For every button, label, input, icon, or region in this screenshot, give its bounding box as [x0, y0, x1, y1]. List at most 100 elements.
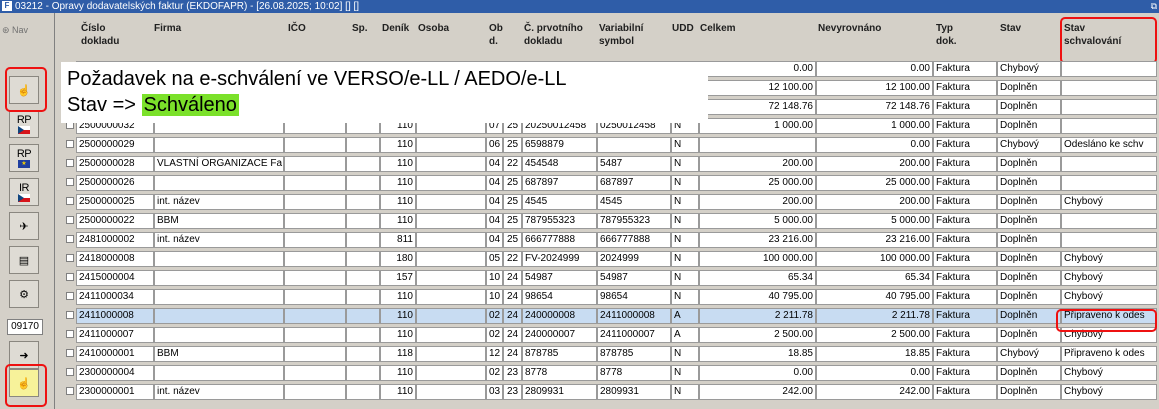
col-variabilni-symbol[interactable]: Variabilní symbol: [599, 22, 643, 48]
cell-ico[interactable]: [284, 194, 346, 210]
cell-firma[interactable]: VLASTNÍ ORGANIZACE Fa: [154, 156, 284, 172]
col-ico[interactable]: IČO: [288, 22, 306, 35]
cell-denik[interactable]: 110: [380, 327, 416, 343]
cell-typ-dok[interactable]: Faktura: [933, 289, 997, 305]
cell-obdobi-mesic[interactable]: 04: [486, 232, 503, 248]
cell-stav[interactable]: Doplněn: [997, 365, 1061, 381]
cell-variabilni-symbol[interactable]: 666777888: [597, 232, 671, 248]
approval-action-button[interactable]: ☝: [9, 369, 39, 397]
cell-obdobi-rok[interactable]: 24: [503, 327, 522, 343]
cell-nevyrovnano[interactable]: 100 000.00: [816, 251, 933, 267]
row-checkbox[interactable]: [66, 387, 74, 395]
row-checkbox[interactable]: [66, 311, 74, 319]
cell-sp[interactable]: [346, 289, 380, 305]
row-checkbox[interactable]: [66, 140, 74, 148]
cell-sp[interactable]: [346, 308, 380, 324]
settings-button[interactable]: ⚙: [9, 280, 39, 308]
cell-ico[interactable]: [284, 137, 346, 153]
cell-celkem[interactable]: 18.85: [699, 346, 816, 362]
cell-obdobi-mesic[interactable]: 05: [486, 251, 503, 267]
cell-denik[interactable]: 110: [380, 194, 416, 210]
cell-stav-schvalovani[interactable]: [1061, 61, 1157, 77]
cell-prvotni-doklad[interactable]: 6598879: [522, 137, 597, 153]
row-checkbox[interactable]: [66, 254, 74, 262]
cell-typ-dok[interactable]: Faktura: [933, 365, 997, 381]
cell-udd[interactable]: N: [671, 156, 699, 172]
cell-ico[interactable]: [284, 346, 346, 362]
table-row[interactable]: 2415000004 157 10 24 54987 54987 N 65.34 65.34 Fa…: [56, 270, 1159, 287]
cell-stav[interactable]: Chybový: [997, 137, 1061, 153]
cell-udd[interactable]: N: [671, 232, 699, 248]
cell-obdobi-rok[interactable]: 24: [503, 308, 522, 324]
col-osoba[interactable]: Osoba: [418, 22, 449, 35]
cell-stav-schvalovani[interactable]: [1061, 80, 1157, 96]
cell-obdobi-rok[interactable]: 23: [503, 365, 522, 381]
cell-obdobi-mesic[interactable]: 02: [486, 365, 503, 381]
cell-typ-dok[interactable]: Faktura: [933, 232, 997, 248]
table-row[interactable]: 2410000001 BBM 118 12 24 878785 878785 N 18.85 18…: [56, 346, 1159, 363]
cell-celkem[interactable]: 200.00: [699, 194, 816, 210]
cell-udd[interactable]: N: [671, 270, 699, 286]
cell-sp[interactable]: [346, 270, 380, 286]
cell-stav[interactable]: Doplněn: [997, 175, 1061, 191]
cell-udd[interactable]: A: [671, 327, 699, 343]
row-checkbox[interactable]: [66, 178, 74, 186]
cell-typ-dok[interactable]: Faktura: [933, 80, 997, 96]
cell-variabilni-symbol[interactable]: 98654: [597, 289, 671, 305]
cell-osoba[interactable]: [416, 137, 486, 153]
cell-stav-schvalovani[interactable]: [1061, 118, 1157, 134]
cell-typ-dok[interactable]: Faktura: [933, 346, 997, 362]
cell-variabilni-symbol[interactable]: 54987: [597, 270, 671, 286]
cell-nevyrovnano[interactable]: 242.00: [816, 384, 933, 400]
cell-firma[interactable]: [154, 251, 284, 267]
cell-prvotni-doklad[interactable]: 98654: [522, 289, 597, 305]
cell-prvotni-doklad[interactable]: 2809931: [522, 384, 597, 400]
cell-cislo-dokladu[interactable]: 2415000004: [76, 270, 154, 286]
row-checkbox[interactable]: [66, 273, 74, 281]
cell-variabilni-symbol[interactable]: 2809931: [597, 384, 671, 400]
cell-obdobi-mesic[interactable]: 10: [486, 270, 503, 286]
cell-variabilni-symbol[interactable]: 878785: [597, 346, 671, 362]
cell-variabilni-symbol[interactable]: 787955323: [597, 213, 671, 229]
row-checkbox[interactable]: [66, 159, 74, 167]
cell-ico[interactable]: [284, 327, 346, 343]
plane-button[interactable]: ✈: [9, 212, 39, 240]
cell-prvotni-doklad[interactable]: 240000007: [522, 327, 597, 343]
cell-prvotni-doklad[interactable]: 54987: [522, 270, 597, 286]
cell-celkem[interactable]: 2 500.00: [699, 327, 816, 343]
col-stav-schvalovani[interactable]: Stav schvalování: [1064, 22, 1121, 48]
cell-obdobi-mesic[interactable]: 02: [486, 308, 503, 324]
cell-typ-dok[interactable]: Faktura: [933, 327, 997, 343]
cell-prvotni-doklad[interactable]: 666777888: [522, 232, 597, 248]
cell-firma[interactable]: [154, 365, 284, 381]
cell-denik[interactable]: 110: [380, 175, 416, 191]
cell-cislo-dokladu[interactable]: 2500000022: [76, 213, 154, 229]
cell-denik[interactable]: 110: [380, 289, 416, 305]
cell-sp[interactable]: [346, 175, 380, 191]
cell-cislo-dokladu[interactable]: 2300000001: [76, 384, 154, 400]
ir-cz-button[interactable]: IR: [9, 178, 39, 206]
cell-firma[interactable]: [154, 327, 284, 343]
cell-cislo-dokladu[interactable]: 2411000008: [76, 308, 154, 324]
cell-obdobi-mesic[interactable]: 02: [486, 327, 503, 343]
cell-stav-schvalovani[interactable]: Chybový: [1061, 384, 1157, 400]
cell-nevyrovnano[interactable]: 200.00: [816, 194, 933, 210]
cell-denik[interactable]: 180: [380, 251, 416, 267]
cell-cislo-dokladu[interactable]: 2410000001: [76, 346, 154, 362]
cell-stav-schvalovani[interactable]: Odesláno ke schv: [1061, 137, 1157, 153]
table-row[interactable]: 2300000004 110 02 23 8778 8778 N 0.00 0.00 Faktur…: [56, 365, 1159, 382]
cell-stav[interactable]: Doplněn: [997, 99, 1061, 115]
table-row[interactable]: 2418000008 180 05 22 FV-2024999 2024999 N 100 0…: [56, 251, 1159, 268]
cell-variabilni-symbol[interactable]: 5487: [597, 156, 671, 172]
cell-stav[interactable]: Doplněn: [997, 384, 1061, 400]
rp-cz-button[interactable]: RP: [9, 110, 39, 138]
cell-celkem[interactable]: 100 000.00: [699, 251, 816, 267]
cell-cislo-dokladu[interactable]: 2500000026: [76, 175, 154, 191]
cell-denik[interactable]: 811: [380, 232, 416, 248]
cell-stav[interactable]: Doplněn: [997, 251, 1061, 267]
cell-celkem[interactable]: 23 216.00: [699, 232, 816, 248]
cell-typ-dok[interactable]: Faktura: [933, 156, 997, 172]
cell-obdobi-rok[interactable]: 25: [503, 175, 522, 191]
cell-obdobi-mesic[interactable]: 04: [486, 175, 503, 191]
cell-stav-schvalovani[interactable]: Chybový: [1061, 251, 1157, 267]
